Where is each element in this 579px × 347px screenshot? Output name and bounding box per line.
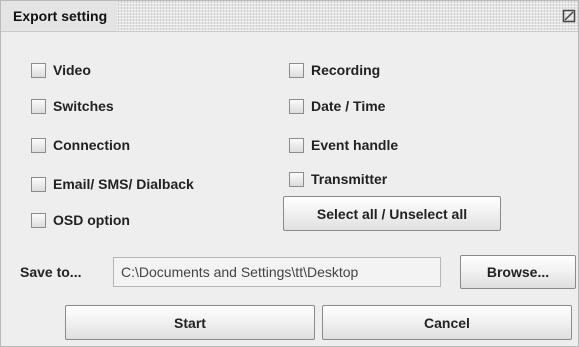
checkbox-box[interactable] xyxy=(289,98,304,114)
checkbox-label: Recording xyxy=(311,62,381,78)
checkbox-box[interactable] xyxy=(289,171,304,187)
select-all-button[interactable]: Select all / Unselect all xyxy=(283,196,501,231)
checkbox-label: Connection xyxy=(53,137,130,153)
checkbox-label: Date / Time xyxy=(311,98,386,114)
checkbox-label: Email/ SMS/ Dialback xyxy=(53,176,194,192)
checkbox-switches[interactable]: Switches xyxy=(31,96,114,116)
export-setting-dialog: Export setting Video Switches Connection… xyxy=(0,0,579,347)
start-button[interactable]: Start xyxy=(65,305,315,340)
checkbox-label: Transmitter xyxy=(311,171,388,187)
checkbox-video[interactable]: Video xyxy=(31,60,91,80)
cancel-button[interactable]: Cancel xyxy=(322,305,572,340)
checkbox-email-sms-dialback[interactable]: Email/ SMS/ Dialback xyxy=(31,174,194,194)
title-bar[interactable]: Export setting xyxy=(1,1,578,32)
checkbox-event-handle[interactable]: Event handle xyxy=(289,135,398,155)
checkbox-recording[interactable]: Recording xyxy=(289,60,380,80)
checkbox-label: Event handle xyxy=(311,137,399,153)
checkbox-osd-option[interactable]: OSD option xyxy=(31,210,130,230)
browse-button[interactable]: Browse... xyxy=(460,255,576,289)
checkbox-label: Video xyxy=(53,62,91,78)
dialog-title: Export setting xyxy=(1,1,118,31)
checkbox-box[interactable] xyxy=(31,62,46,78)
checkbox-box[interactable] xyxy=(289,137,304,153)
checkbox-box[interactable] xyxy=(31,98,46,114)
save-to-label: Save to... xyxy=(20,264,82,280)
maximize-icon[interactable] xyxy=(562,9,576,23)
checkbox-label: OSD option xyxy=(53,212,130,228)
checkbox-transmitter[interactable]: Transmitter xyxy=(289,169,387,189)
save-path-field[interactable]: C:\Documents and Settings\tt\Desktop xyxy=(113,257,441,287)
checkbox-box[interactable] xyxy=(31,176,46,192)
checkbox-connection[interactable]: Connection xyxy=(31,135,130,155)
checkbox-box[interactable] xyxy=(289,62,304,78)
checkbox-box[interactable] xyxy=(31,137,46,153)
checkbox-label: Switches xyxy=(53,98,114,114)
checkbox-date-time[interactable]: Date / Time xyxy=(289,96,385,116)
checkbox-box[interactable] xyxy=(31,212,46,228)
